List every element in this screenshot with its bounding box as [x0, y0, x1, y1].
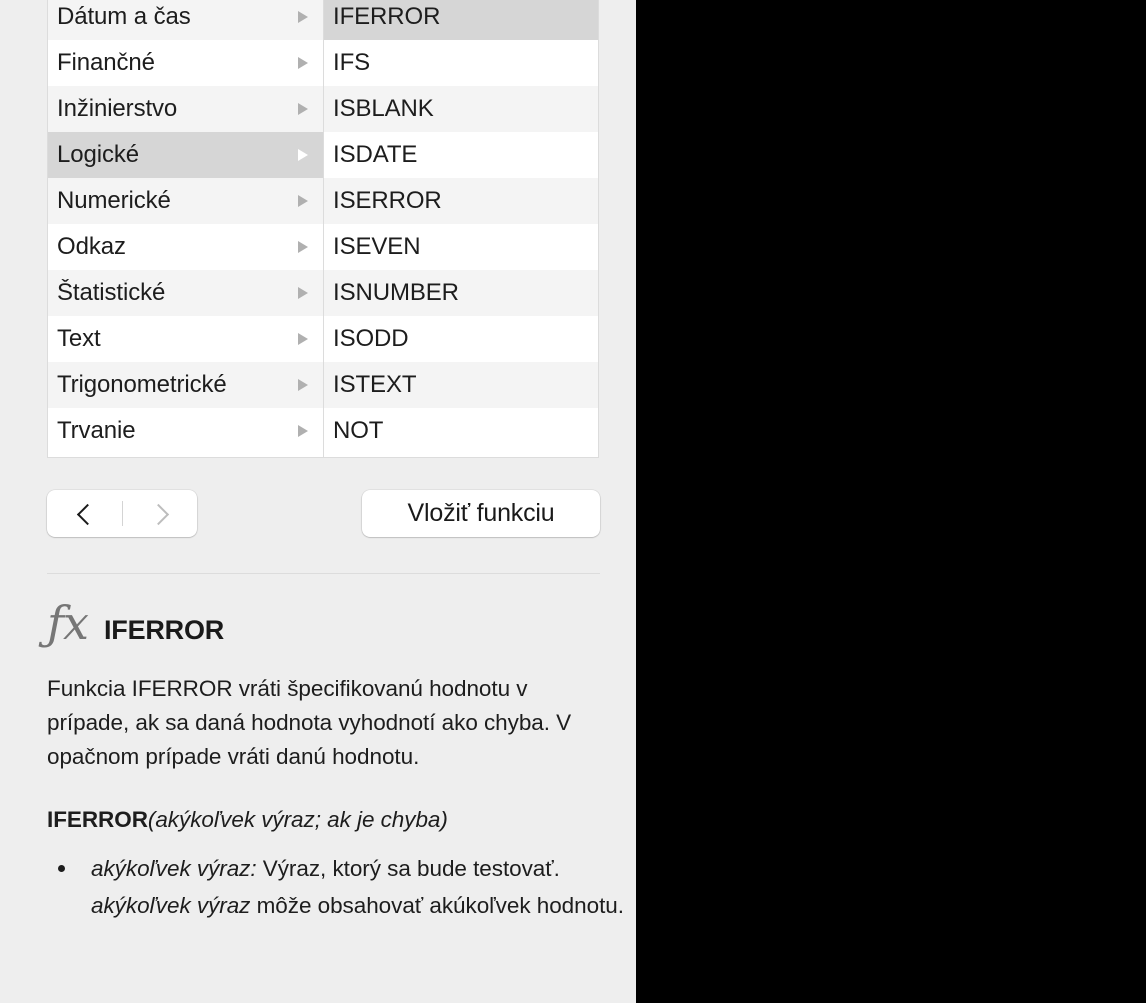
- syntax-arguments: (akýkoľvek výraz; ak je chyba): [147, 807, 448, 832]
- function-row[interactable]: ISDATE: [324, 132, 598, 178]
- parameter-text: Výraz, ktorý sa bude testovať.: [256, 856, 560, 881]
- section-divider: [47, 573, 600, 574]
- function-detail: ƒx IFERROR Funkcia IFERROR vráti špecifi…: [47, 600, 624, 924]
- category-label: Štatistické: [57, 279, 166, 306]
- function-row[interactable]: ISERROR: [324, 178, 598, 224]
- function-label: ISBLANK: [333, 95, 434, 122]
- function-label: ISERROR: [333, 187, 442, 214]
- chevron-right-icon: [295, 192, 313, 210]
- function-label: IFS: [333, 49, 371, 76]
- function-label: NOT: [333, 417, 384, 444]
- category-label: Trvanie: [57, 417, 136, 444]
- parameter-term-repeat: akýkoľvek výraz: [91, 893, 251, 918]
- category-row[interactable]: Trigonometrické: [48, 362, 323, 408]
- navigation-segmented-control[interactable]: [47, 490, 197, 537]
- category-row[interactable]: Odkaz: [48, 224, 323, 270]
- category-row[interactable]: Numerické: [48, 178, 323, 224]
- function-label: ISODD: [333, 325, 409, 352]
- chevron-right-icon: [153, 503, 166, 525]
- parameter-text-cont: môže obsahovať akúkoľvek hodnotu.: [250, 893, 624, 918]
- function-row-selected[interactable]: IFERROR: [324, 0, 598, 40]
- function-row[interactable]: ISNUMBER: [324, 270, 598, 316]
- chevron-left-icon: [78, 503, 91, 525]
- function-label: ISEVEN: [333, 233, 421, 260]
- chevron-right-icon: [295, 238, 313, 256]
- function-syntax: IFERROR(akýkoľvek výraz; ak je chyba): [47, 804, 607, 836]
- function-detail-header: ƒx IFERROR: [47, 600, 607, 656]
- category-label: Text: [57, 325, 101, 352]
- function-row[interactable]: ISEVEN: [324, 224, 598, 270]
- forward-button[interactable]: [122, 490, 197, 537]
- function-label: ISTEXT: [333, 371, 417, 398]
- category-row[interactable]: Inžinierstvo: [48, 86, 323, 132]
- category-row[interactable]: Dátum a čas: [48, 0, 323, 40]
- chevron-right-icon: [295, 330, 313, 348]
- syntax-function-name: IFERROR: [47, 807, 148, 832]
- function-label: ISNUMBER: [333, 279, 459, 306]
- category-label: Dátum a čas: [57, 3, 191, 30]
- category-row[interactable]: Text: [48, 316, 323, 362]
- chevron-right-icon: [295, 146, 313, 164]
- insert-function-button[interactable]: Vložiť funkciu: [362, 490, 600, 537]
- list-item: akýkoľvek výraz: Výraz, ktorý sa bude te…: [47, 850, 636, 924]
- function-description: Funkcia IFERROR vráti špecifikovanú hodn…: [47, 676, 572, 769]
- category-row[interactable]: Finančné: [48, 40, 323, 86]
- browser-controls: Vložiť funkciu: [47, 490, 600, 537]
- category-row-selected[interactable]: Logické: [48, 132, 323, 178]
- category-label: Logické: [57, 141, 140, 168]
- chevron-right-icon: [295, 100, 313, 118]
- category-label: Odkaz: [57, 233, 126, 260]
- function-label: IFERROR: [333, 3, 441, 30]
- category-row[interactable]: Trvanie: [48, 408, 323, 454]
- function-row[interactable]: ISTEXT: [324, 362, 598, 408]
- bullet-icon: [58, 865, 65, 872]
- function-row[interactable]: ISBLANK: [324, 86, 598, 132]
- function-browser-panel: Dátum a čas Finančné Inžinierstvo Logick…: [0, 0, 636, 1003]
- chevron-right-icon: [295, 8, 313, 26]
- function-row[interactable]: NOT: [324, 408, 598, 454]
- chevron-right-icon: [295, 54, 313, 72]
- category-label: Trigonometrické: [57, 371, 227, 398]
- parameter-term: akýkoľvek výraz:: [91, 856, 257, 881]
- function-label: ISDATE: [333, 141, 418, 168]
- category-row[interactable]: Štatistické: [48, 270, 323, 316]
- category-label: Finančné: [57, 49, 155, 76]
- function-row[interactable]: ISODD: [324, 316, 598, 362]
- category-label: Numerické: [57, 187, 171, 214]
- parameter-list: akýkoľvek výraz: Výraz, ktorý sa bude te…: [47, 850, 624, 924]
- category-label: Inžinierstvo: [57, 95, 178, 122]
- chevron-right-icon: [295, 284, 313, 302]
- chevron-right-icon: [295, 422, 313, 440]
- function-title: IFERROR: [103, 615, 225, 645]
- function-column[interactable]: IFERROR IFS ISBLANK ISDATE ISERROR ISEVE…: [324, 0, 598, 457]
- function-browser-list: Dátum a čas Finančné Inžinierstvo Logick…: [47, 0, 599, 458]
- function-row[interactable]: IFS: [324, 40, 598, 86]
- category-column[interactable]: Dátum a čas Finančné Inžinierstvo Logick…: [48, 0, 324, 457]
- back-button[interactable]: [47, 490, 122, 537]
- fx-icon: ƒx: [47, 596, 89, 650]
- chevron-right-icon: [295, 376, 313, 394]
